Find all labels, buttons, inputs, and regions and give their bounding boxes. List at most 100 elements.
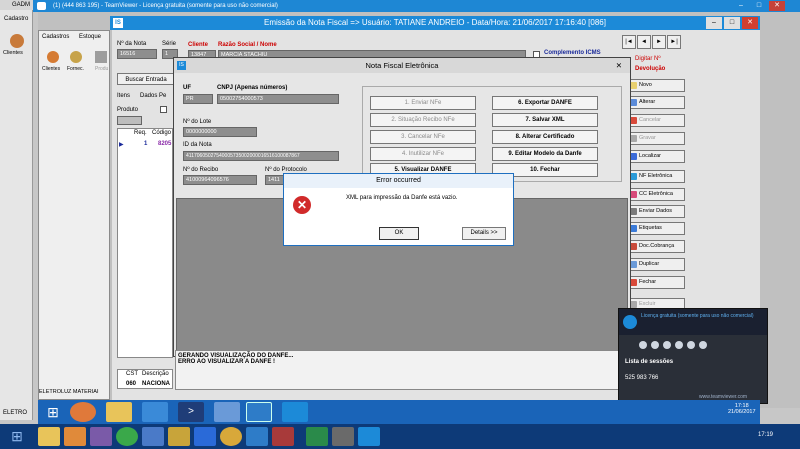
fornec-icon[interactable] — [70, 51, 82, 63]
chrome-icon[interactable] — [116, 427, 138, 446]
right-button-icon — [630, 82, 637, 89]
tab-dados[interactable]: Dados Pe — [140, 93, 166, 99]
file-explorer-icon[interactable] — [106, 402, 132, 422]
right-button[interactable]: Alterar — [627, 96, 685, 109]
nota-field[interactable]: 16516 — [117, 49, 157, 59]
ie-icon[interactable] — [142, 402, 168, 422]
close-icon[interactable]: ✕ — [769, 1, 785, 11]
gadm-status: ELETRO — [3, 410, 28, 416]
uf-field[interactable]: PR — [183, 94, 213, 104]
ok-button[interactable]: OK — [379, 227, 419, 240]
right-button[interactable]: Enviar Dados — [627, 205, 685, 218]
log-line-2: ERRO AO VISUALIZAR A DANFE ! — [178, 359, 275, 365]
right-button[interactable]: Cancelar — [627, 114, 685, 127]
local-is-app-icon[interactable] — [246, 427, 268, 446]
menu-estoque[interactable]: Estoque — [79, 34, 101, 40]
local-teamviewer-icon[interactable] — [358, 427, 380, 446]
local-app-icon[interactable] — [64, 427, 86, 446]
nfe-close-icon[interactable]: ✕ — [616, 58, 622, 73]
nav-first-button[interactable]: |◄ — [622, 35, 636, 49]
grid-header-codigo: Código — [152, 130, 172, 136]
nfe-left-button[interactable]: 2. Situação Recibo NFe — [370, 113, 476, 127]
nfe-left-button[interactable]: 3. Cancelar NFe — [370, 130, 476, 144]
grid-header-req: Req. — [134, 130, 147, 136]
maximize-icon[interactable]: □ — [751, 1, 767, 11]
lote-field[interactable]: 0000000000 — [183, 127, 257, 137]
right-button-label: Gravar — [639, 135, 656, 141]
details-button[interactable]: Details >> — [462, 227, 506, 240]
right-button[interactable]: Etiquetas — [627, 222, 685, 235]
produto-field[interactable] — [117, 116, 142, 125]
devolucao-label: Devolução — [635, 66, 666, 72]
tvp-tool-icon[interactable] — [687, 341, 695, 349]
produto-checkbox[interactable] — [160, 106, 167, 113]
right-button-icon — [630, 208, 637, 215]
tvp-tool-icon[interactable] — [675, 341, 683, 349]
main-minimize-icon[interactable]: – — [706, 17, 722, 29]
id-field[interactable]: 4117060502754000573500200001651610008786… — [183, 151, 339, 161]
complemento-label: Complemento ICMS — [544, 50, 601, 56]
toolbar-produto[interactable]: Produ — [95, 66, 108, 72]
nfe-right-button[interactable]: 9. Editar Modelo da Danfe — [492, 147, 598, 161]
cst-grid[interactable]: CST Descrição 060 NACIONA — [117, 369, 173, 389]
windows-start-icon[interactable]: ⊞ — [40, 402, 66, 422]
right-button[interactable]: Doc.Cobrança — [627, 240, 685, 253]
local-app-icon[interactable] — [142, 427, 164, 446]
teamviewer-taskbar-icon[interactable] — [282, 402, 308, 422]
cst-desc-header: Descrição — [142, 371, 169, 377]
right-button[interactable]: Localizar — [627, 150, 685, 163]
nfe-left-button[interactable]: 4. Inutilizar NFe — [370, 147, 476, 161]
nav-last-button[interactable]: ►| — [667, 35, 681, 49]
right-button-icon — [630, 225, 637, 232]
right-button[interactable]: CC Eletrônica — [627, 188, 685, 201]
minimize-icon[interactable]: – — [733, 1, 749, 11]
nfe-log: GERANDO VISUALIZAÇÃO DO DANFE... ERRO AO… — [175, 350, 625, 390]
right-button[interactable]: Fechar — [627, 276, 685, 289]
nfe-right-button[interactable]: 7. Salvar XML — [492, 113, 598, 127]
digitar-label[interactable]: Digitar Nº — [635, 56, 661, 62]
local-app-icon[interactable] — [194, 427, 216, 446]
user-icon[interactable] — [10, 34, 24, 48]
local-app-icon[interactable] — [90, 427, 112, 446]
excel-icon[interactable] — [306, 427, 328, 446]
right-button[interactable]: NF Eletrônica — [627, 170, 685, 183]
local-folder-icon[interactable] — [38, 427, 60, 446]
local-app-icon[interactable] — [168, 427, 190, 446]
main-close-icon[interactable]: ✕ — [742, 17, 758, 29]
powershell-icon[interactable]: > — [178, 402, 204, 422]
toolbar-fornec[interactable]: Fornec. — [67, 66, 84, 72]
tvp-tool-icon[interactable] — [699, 341, 707, 349]
recibo-field[interactable]: 41000964096576 — [183, 175, 257, 185]
cnpj-field[interactable]: 05002754000573 — [217, 94, 339, 104]
main-maximize-icon[interactable]: □ — [724, 17, 740, 29]
is-app-icon[interactable] — [246, 402, 272, 422]
local-app-icon[interactable] — [272, 427, 294, 446]
remote-app-icon[interactable] — [214, 402, 240, 422]
right-button[interactable]: Novo — [627, 79, 685, 92]
tab-itens[interactable]: Itens — [117, 93, 130, 99]
tvp-tool-icon[interactable] — [663, 341, 671, 349]
nfe-left-button[interactable]: 1. Enviar NFe — [370, 96, 476, 110]
local-start-icon[interactable]: ⊞ — [6, 427, 28, 446]
tvp-session[interactable]: 525 983 766 — [625, 375, 658, 381]
menu-cadastros[interactable]: Cadastros — [42, 34, 69, 40]
tvp-tool-icon[interactable] — [651, 341, 659, 349]
gadm-side-item[interactable]: Clientes — [3, 50, 23, 56]
right-button[interactable]: Duplicar — [627, 258, 685, 271]
right-button-icon — [630, 261, 637, 268]
right-button[interactable]: Gravar — [627, 132, 685, 145]
clientes-icon[interactable] — [47, 51, 59, 63]
toolbar-clientes[interactable]: Clientes — [42, 66, 60, 72]
local-app-icon[interactable] — [332, 427, 354, 446]
nav-prev-button[interactable]: ◄ — [637, 35, 651, 49]
nfe-right-button[interactable]: 6. Exportar DANFE — [492, 96, 598, 110]
tvp-tool-icon[interactable] — [639, 341, 647, 349]
nfe-right-button[interactable]: 8. Alterar Certificado — [492, 130, 598, 144]
local-app-icon[interactable] — [220, 427, 242, 446]
produto-icon[interactable] — [95, 51, 107, 63]
buscar-entrada-button[interactable]: Buscar Entrada — [117, 73, 175, 85]
items-grid[interactable]: Req. Código ▶ 1 8205 — [117, 128, 173, 358]
uf-label: UF — [183, 85, 191, 91]
firefox-icon[interactable] — [70, 402, 96, 422]
nav-next-button[interactable]: ► — [652, 35, 666, 49]
